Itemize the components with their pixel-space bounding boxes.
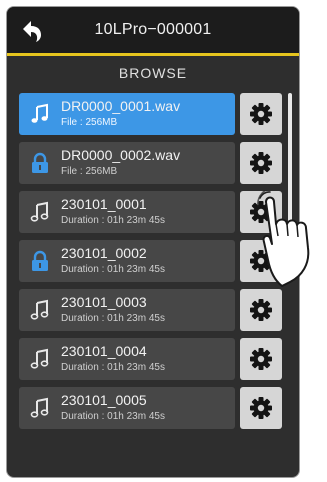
file-row-3[interactable]: 230101_0001 Duration : 01h 23m 45s (19, 191, 235, 233)
music-note-icon (31, 103, 48, 123)
item-settings-button-6[interactable] (240, 338, 282, 380)
file-meta: File : 256MB (61, 166, 118, 177)
lock-icon (32, 152, 48, 173)
file-row-2[interactable]: DR0000_0002.wav File : 256MB (19, 142, 235, 184)
file-row-5[interactable]: 230101_0003 Duration : 01h 23m 45s (19, 289, 235, 331)
item-settings-button-5[interactable] (240, 289, 282, 331)
accent-line (7, 53, 299, 56)
file-name: 230101_0005 (61, 392, 147, 408)
file-meta: Duration : 01h 23m 45s (61, 264, 165, 275)
file-name: 230101_0002 (61, 245, 147, 261)
section-title: BROWSE (118, 65, 188, 81)
item-settings-button-1[interactable] (240, 93, 282, 135)
file-name: 230101_0004 (61, 343, 147, 359)
music-note-icon (30, 397, 49, 418)
file-meta: File : 256MB (61, 117, 118, 128)
file-name: DR0000_0001.wav (61, 98, 181, 114)
header-bar: 10LPro−000001 (7, 7, 299, 53)
device-title: 10LPro−000001 (94, 21, 212, 38)
file-name: 230101_0003 (61, 294, 147, 310)
file-meta: Duration : 01h 23m 45s (61, 411, 165, 422)
file-meta: Duration : 01h 23m 45s (61, 313, 165, 324)
gear-icon (250, 299, 272, 321)
music-note-icon (30, 201, 49, 222)
gear-icon (250, 397, 272, 419)
music-note-icon (30, 299, 49, 320)
file-row-4[interactable]: 230101_0002 Duration : 01h 23m 45s (19, 240, 235, 282)
file-row-1[interactable]: DR0000_0001.wav File : 256MB (19, 93, 235, 135)
file-name: DR0000_0002.wav (61, 147, 181, 163)
tap-hand-icon (257, 190, 310, 287)
gear-icon (250, 152, 272, 174)
file-row-7[interactable]: 230101_0005 Duration : 01h 23m 45s (19, 387, 235, 429)
item-settings-button-7[interactable] (240, 387, 282, 429)
file-name: 230101_0001 (61, 196, 147, 212)
file-meta: Duration : 01h 23m 45s (61, 215, 165, 226)
gear-icon (250, 348, 272, 370)
gear-icon (250, 103, 272, 125)
item-settings-button-2[interactable] (240, 142, 282, 184)
lock-icon (32, 250, 48, 271)
music-note-icon (30, 348, 49, 369)
file-meta: Duration : 01h 23m 45s (61, 362, 165, 373)
file-row-6[interactable]: 230101_0004 Duration : 01h 23m 45s (19, 338, 235, 380)
